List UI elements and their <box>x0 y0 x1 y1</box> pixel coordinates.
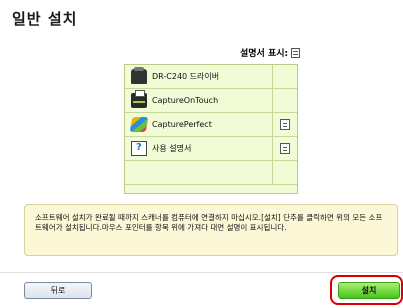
show-manual-header: 설명서 표시: <box>240 46 301 59</box>
manual-cell <box>273 65 297 88</box>
info-message: 소프트웨어 설치가 완료될 때까지 스캐너를 컴퓨터에 연결하지 마십시오.[설… <box>24 204 398 256</box>
pen-icon <box>129 117 149 132</box>
document-icon[interactable] <box>280 119 290 130</box>
manual-cell <box>273 137 297 160</box>
list-item[interactable]: 사용 설명서 <box>125 137 297 161</box>
list-item-label: 사용 설명서 <box>152 144 192 153</box>
divider <box>0 272 403 273</box>
list-item-empty <box>125 161 297 185</box>
software-list: DR-C240 드라이버 CaptureOnTouch CapturePerfe… <box>124 64 298 194</box>
list-item-label: DR-C240 드라이버 <box>152 72 220 81</box>
manual-cell <box>273 89 297 112</box>
page-title: 일반 설치 <box>12 10 78 28</box>
install-button[interactable]: 설치 <box>338 282 400 299</box>
scanner-icon <box>131 67 147 84</box>
list-item[interactable]: CapturePerfect <box>125 113 297 137</box>
list-item-label: CapturePerfect <box>152 120 212 129</box>
help-manual-icon <box>131 141 147 156</box>
list-item[interactable]: CaptureOnTouch <box>125 89 297 113</box>
document-icon[interactable] <box>280 143 290 154</box>
list-item[interactable]: DR-C240 드라이버 <box>125 65 297 89</box>
list-item-label: CaptureOnTouch <box>152 96 219 105</box>
printer-icon <box>131 90 147 108</box>
back-button[interactable]: 뒤로 <box>24 282 92 299</box>
manual-cell <box>273 113 297 136</box>
show-manual-label: 설명서 표시: <box>240 49 289 59</box>
document-icon <box>291 47 301 58</box>
